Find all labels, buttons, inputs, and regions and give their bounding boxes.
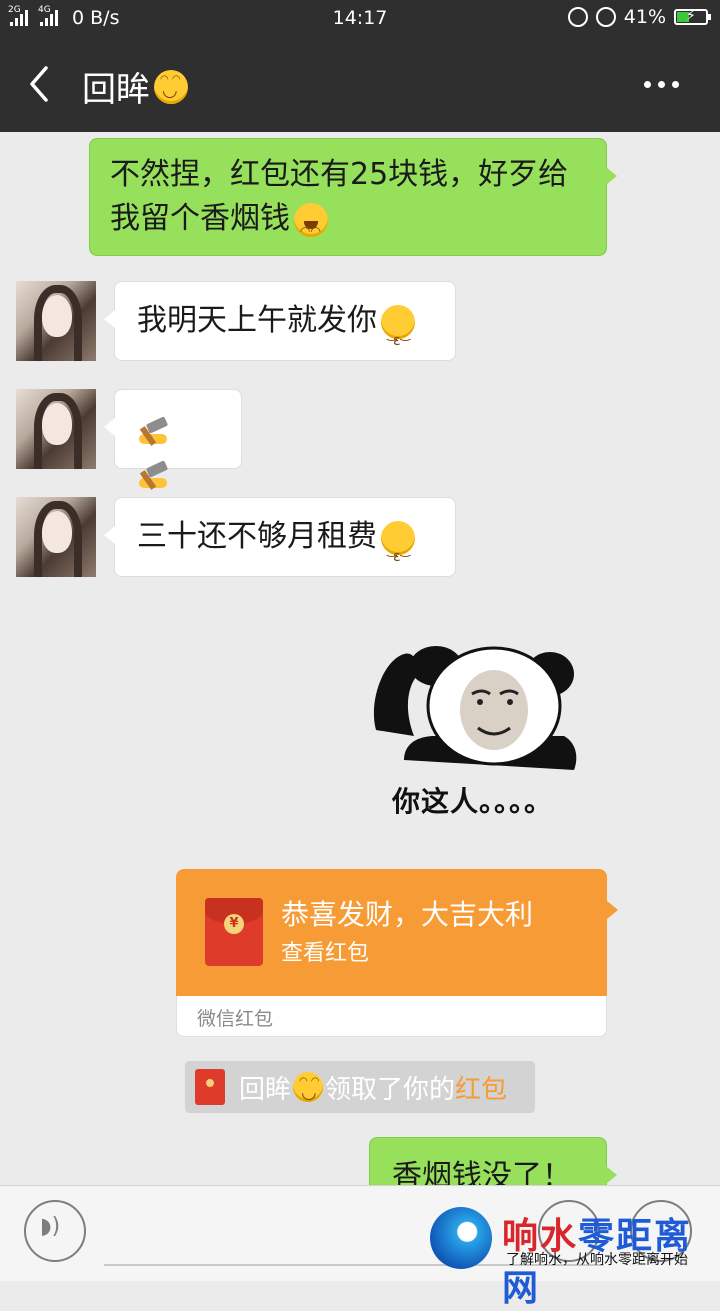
hammer-emoji-icon (137, 415, 171, 446)
notice-text: 领取了你的 (325, 1074, 456, 1105)
message-incoming[interactable] (104, 389, 242, 490)
chat-header: 回眸 (0, 36, 720, 132)
mini-red-envelope-icon (195, 1069, 225, 1105)
red-packet-message[interactable]: ¥ 恭喜发财，大吉大利 查看红包 微信红包 (176, 869, 618, 1037)
red-packet-link[interactable]: 红包 (455, 1069, 507, 1106)
crying-laughing-emoji-icon (294, 202, 328, 253)
kissing-emoji-icon (381, 520, 415, 579)
contact-name: 回眸 (82, 70, 150, 110)
red-packet-body[interactable]: ¥ 恭喜发财，大吉大利 查看红包 (176, 869, 618, 996)
notice-contact-name: 回眸 (239, 1074, 292, 1105)
red-packet-footer-label: 微信红包 (197, 1008, 274, 1030)
sticker-caption: 你这人。。。。 (392, 785, 554, 818)
lock-rotation-icon (567, 7, 588, 27)
contact-avatar[interactable] (16, 497, 96, 577)
chevron-left-icon (30, 66, 48, 102)
red-packet-claimed-notice: 回眸 领取了你的 红包 (185, 1061, 535, 1113)
status-bar: 2G 4G 0 B/s 14:17 41% ⚡ (0, 0, 720, 36)
kissing-emoji-icon (381, 304, 415, 363)
red-packet-footer: 微信红包 (176, 996, 607, 1037)
red-packet-greeting: 恭喜发财，大吉大利 (281, 898, 534, 931)
red-envelope-icon: ¥ (205, 898, 263, 966)
message-incoming[interactable]: 我明天上午就发你 (104, 281, 456, 363)
dot-icon (658, 80, 665, 88)
more-options-button[interactable] (644, 70, 684, 98)
voice-input-button[interactable] (24, 1200, 86, 1262)
watermark-slogan: 了解响水，从响水零距离开始 (506, 1252, 688, 1268)
smile-emoji-icon (154, 69, 188, 104)
message-text: 我明天上午就发你 (137, 303, 377, 338)
smile-emoji-icon (293, 1072, 324, 1103)
watermark-logo-icon (430, 1207, 492, 1269)
panda-sticker[interactable]: 你这人。。。。 (364, 640, 584, 830)
status-right: 41% ⚡ (567, 6, 711, 28)
alarm-icon (595, 7, 616, 27)
chat-title: 回眸 (82, 62, 188, 111)
back-button[interactable] (24, 64, 58, 104)
watermark: 响水零距离网 了解响水，从响水零距离开始 (430, 1207, 720, 1309)
dot-icon (644, 80, 651, 88)
message-outgoing[interactable]: 不然捏，红包还有25块钱，好歹给我留个香烟钱 (89, 138, 617, 256)
contact-avatar[interactable] (16, 389, 96, 469)
message-text: 三十还不够月租费 (137, 519, 377, 554)
message-text: 不然捏，红包还有25块钱，好歹给我留个香烟钱 (110, 157, 569, 236)
panda-meme-image (373, 646, 577, 770)
view-red-packet-link[interactable]: 查看红包 (281, 935, 369, 967)
dot-icon (672, 80, 679, 88)
hammer-emoji-icon (137, 459, 171, 490)
contact-avatar[interactable] (16, 281, 96, 361)
message-incoming[interactable]: 三十还不够月租费 (104, 497, 456, 579)
battery-percent: 41% (623, 6, 666, 28)
battery-charging-icon: ⚡ (674, 8, 711, 25)
